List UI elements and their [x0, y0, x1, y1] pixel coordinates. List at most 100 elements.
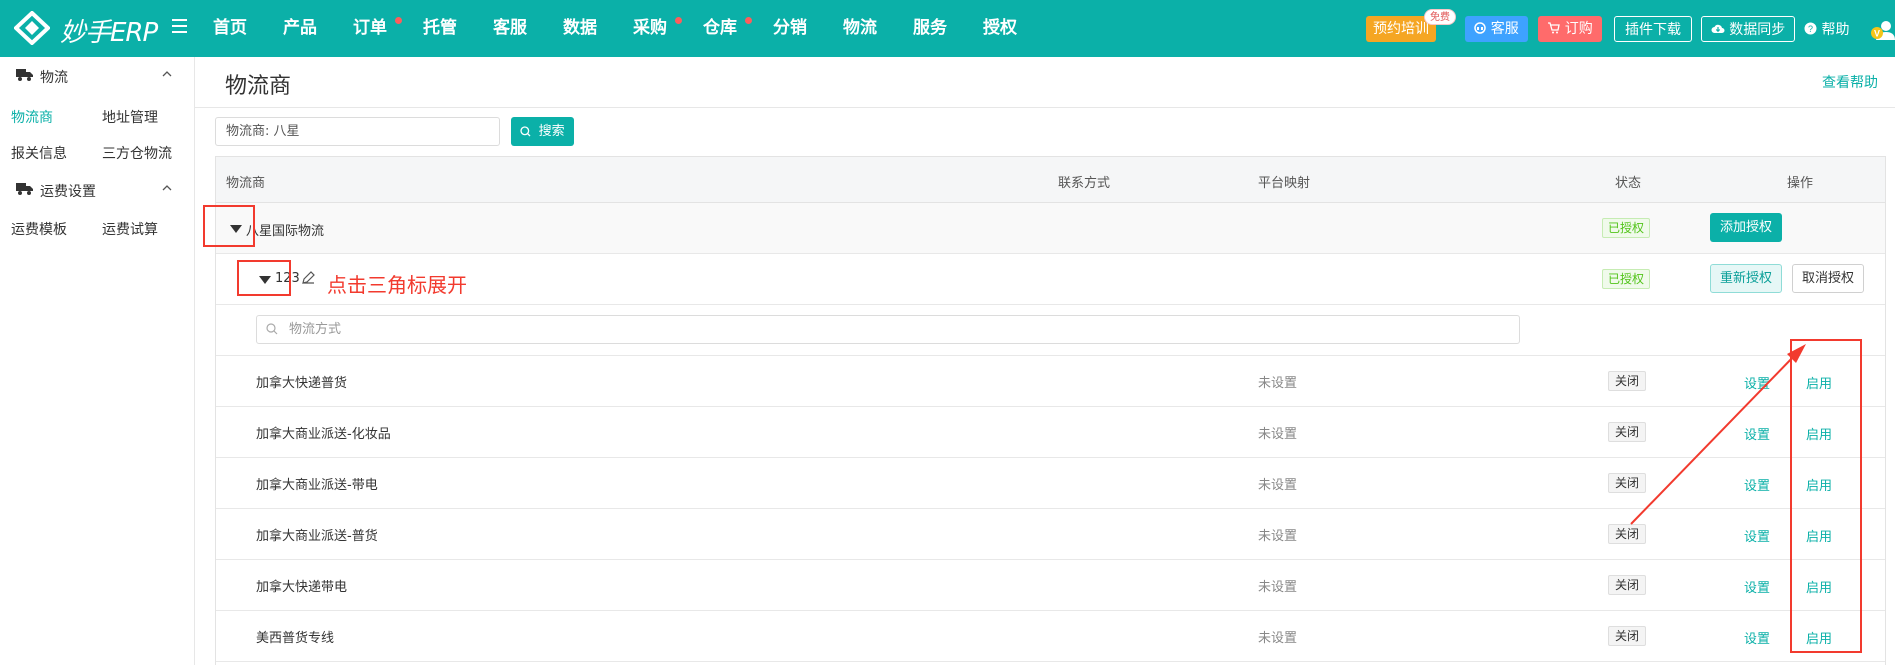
brand-logo-icon[interactable]	[14, 11, 50, 45]
customer-service-button[interactable]: 客服	[1465, 16, 1528, 42]
nav-item-label: 服务	[913, 18, 947, 38]
edit-pencil-icon[interactable]	[301, 270, 316, 285]
search-icon	[520, 126, 531, 137]
table-row: 加拿大商业派送-带电 未设置 关闭 设置 启用	[216, 458, 1885, 509]
nav-item[interactable]: 服务	[913, 0, 983, 57]
avatar-icon[interactable]: V	[1870, 18, 1895, 42]
nav-item[interactable]: 产品	[283, 0, 353, 57]
data-sync-button[interactable]: 数据同步	[1701, 16, 1795, 42]
sidebar-item-logistics-provider[interactable]: 物流商	[11, 107, 53, 127]
add-authorization-button[interactable]: 添加授权	[1710, 213, 1783, 242]
settings-link[interactable]: 设置	[1744, 475, 1770, 494]
method-name: 加拿大商业派送-普货	[256, 529, 378, 544]
annotation-text: 点击三角标展开	[327, 273, 467, 297]
platform-mapping-value: 未设置	[1258, 580, 1298, 595]
nav-item[interactable]: 仓库	[703, 0, 773, 57]
table-row: 加拿大快递普货 未设置 关闭 设置 启用	[216, 356, 1885, 407]
nav-item-label: 客服	[493, 18, 527, 38]
method-name: 加拿大快递带电	[256, 580, 348, 595]
notification-dot	[395, 17, 402, 24]
provider-name: 八星国际物流	[246, 224, 325, 239]
method-search-placeholder: 物流方式	[289, 322, 342, 337]
nav-item[interactable]: 采购	[633, 0, 703, 57]
settings-link[interactable]: 设置	[1744, 526, 1770, 545]
sidebar-group-freight-settings[interactable]: 运费设置	[0, 171, 195, 207]
search-icon	[266, 323, 278, 335]
chevron-up-icon[interactable]	[162, 69, 172, 79]
sidebar-item-3pl-logistics[interactable]: 三方仓物流	[102, 143, 172, 163]
cloud-download-icon	[1711, 24, 1725, 33]
method-name: 加拿大快递普货	[256, 376, 348, 391]
nav-item[interactable]: 首页	[213, 0, 283, 57]
search-button-label: 搜索	[538, 124, 565, 139]
help-button[interactable]: ? 帮助	[1804, 19, 1849, 39]
provider-row: 八星国际物流 已授权 添加授权	[216, 203, 1885, 254]
notification-dot	[745, 17, 752, 24]
svg-text:V: V	[1874, 29, 1880, 39]
table-row: 加拿大商业派送-普货 未设置 关闭 设置 启用	[216, 509, 1885, 560]
sidebar-item-customs-info[interactable]: 报关信息	[11, 143, 67, 163]
annotation-box	[237, 260, 291, 296]
menu-toggle-icon[interactable]	[172, 19, 187, 33]
status-badge: 关闭	[1608, 473, 1647, 493]
nav-item-label: 产品	[283, 18, 317, 38]
sidebar-group-label: 运费设置	[40, 184, 96, 200]
order-label: 订购	[1564, 21, 1593, 37]
data-sync-label: 数据同步	[1729, 22, 1786, 38]
nav-item[interactable]: 分销	[773, 0, 843, 57]
customer-service-label: 客服	[1490, 21, 1519, 37]
settings-link[interactable]: 设置	[1744, 373, 1770, 392]
main-nav: 首页 产品 订单 托管 客服 数据 采购 仓库 分销 物流 服务 授权	[213, 0, 1053, 57]
nav-item[interactable]: 数据	[563, 0, 633, 57]
order-button[interactable]: 订购	[1538, 16, 1602, 42]
search-button[interactable]: 搜索	[511, 117, 574, 146]
nav-item[interactable]: 物流	[843, 0, 913, 57]
question-icon: ?	[1804, 22, 1817, 35]
nav-item[interactable]: 订单	[353, 0, 423, 57]
nav-item-label: 分销	[773, 18, 807, 38]
method-name: 加拿大商业派送-带电	[256, 478, 378, 493]
col-platform-mapping: 平台映射	[1258, 176, 1311, 191]
settings-link[interactable]: 设置	[1744, 424, 1770, 443]
settings-link[interactable]: 设置	[1744, 577, 1770, 596]
nav-item-label: 首页	[213, 18, 247, 38]
nav-item-label: 订单	[353, 18, 387, 38]
plugin-download-button[interactable]: 插件下载	[1614, 16, 1692, 42]
nav-item-label: 授权	[983, 18, 1017, 38]
annotation-box	[203, 205, 255, 247]
sidebar-group-logistics[interactable]: 物流	[0, 57, 195, 93]
page-title: 物流商	[225, 74, 292, 99]
nav-item-label: 物流	[843, 18, 877, 38]
top-bar: 妙手ERP 首页 产品 订单 托管 客服 数据 采购 仓库 分销 物流 服务 授权 预约培训 免费 客…	[0, 0, 1895, 57]
nav-item[interactable]: 托管	[423, 0, 493, 57]
method-name: 加拿大商业派送-化妆品	[256, 427, 391, 442]
help-label: 帮助	[1821, 22, 1850, 38]
table-row: 加拿大商业派送-化妆品 未设置 关闭 设置 启用	[216, 407, 1885, 458]
status-badge: 关闭	[1608, 626, 1647, 646]
cancel-authorization-button[interactable]: 取消授权	[1792, 264, 1865, 293]
method-search-input[interactable]: 物流方式	[256, 315, 1520, 344]
notification-dot	[675, 17, 682, 24]
view-help-link[interactable]: 查看帮助	[1822, 72, 1878, 92]
annotation-box	[1790, 339, 1862, 653]
provider-search-input[interactable]: 物流商: 八星	[215, 117, 500, 146]
nav-item[interactable]: 授权	[983, 0, 1053, 57]
svg-text:?: ?	[1808, 24, 1813, 34]
headset-icon	[1474, 22, 1487, 34]
chevron-up-icon[interactable]	[162, 183, 172, 193]
sidebar-item-freight-template[interactable]: 运费模板	[11, 219, 67, 239]
method-search-row: 物流方式	[216, 305, 1885, 356]
status-badge: 关闭	[1608, 524, 1647, 544]
status-badge: 已授权	[1602, 218, 1651, 238]
col-provider: 物流商	[226, 176, 266, 191]
sidebar-item-address-management[interactable]: 地址管理	[102, 107, 158, 127]
platform-mapping-value: 未设置	[1258, 529, 1298, 544]
nav-item[interactable]: 客服	[493, 0, 563, 57]
sidebar-item-freight-calculator[interactable]: 运费试算	[102, 219, 158, 239]
brand-name[interactable]: 妙手ERP	[60, 12, 158, 49]
reauthorize-button[interactable]: 重新授权	[1710, 264, 1783, 293]
settings-link[interactable]: 设置	[1744, 628, 1770, 647]
sidebar-group-label: 物流	[40, 70, 68, 86]
platform-mapping-value: 未设置	[1258, 631, 1298, 646]
free-badge: 免费	[1424, 9, 1456, 25]
